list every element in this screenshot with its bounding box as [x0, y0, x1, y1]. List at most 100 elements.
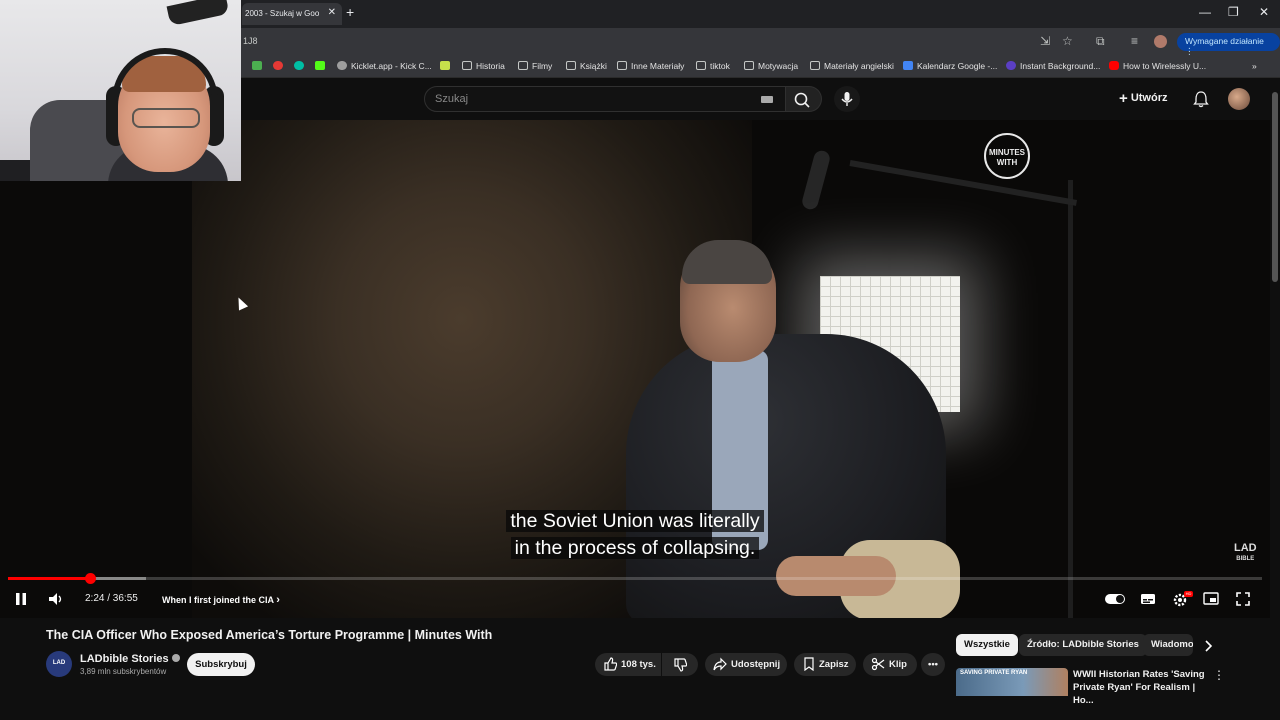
bookmark-3[interactable] [294, 61, 308, 71]
bookmark-2[interactable] [273, 61, 287, 71]
volume-icon[interactable] [47, 591, 65, 607]
recommended-video-title[interactable]: WWII Historian Rates 'Saving Private Rya… [1073, 668, 1213, 707]
bookmark-folder-inne[interactable]: Inne Materiały [617, 61, 684, 71]
page-scrollbar[interactable] [1270, 78, 1280, 690]
subscribe-button[interactable]: Subskrybuj [187, 653, 255, 676]
pause-icon[interactable] [14, 592, 28, 606]
required-action-button[interactable]: Wymagane działanie ⋮ [1177, 33, 1280, 56]
subtitle-caption: the Soviet Union was literally in the pr… [488, 508, 782, 562]
more-vertical-icon[interactable]: ⋮ [1213, 668, 1225, 682]
like-button[interactable]: 108 tys. [595, 653, 661, 676]
microphone-boom [849, 160, 1078, 206]
bookmark-label: Książki [580, 61, 607, 71]
youtube-icon [1109, 61, 1119, 70]
interviewee-hands [776, 556, 896, 596]
browser-tab[interactable]: 2003 - Szukaj w Goo ✕ [242, 3, 342, 25]
dislike-button[interactable] [662, 653, 698, 676]
bookmarks-overflow-icon[interactable]: » [1252, 61, 1257, 71]
boom-microphone [800, 148, 832, 212]
x-app-icon [440, 61, 450, 70]
save-button[interactable]: Zapisz [794, 653, 856, 676]
search-input[interactable]: Szukaj [424, 86, 786, 112]
bookmark-1[interactable] [252, 61, 266, 71]
scrollbar-thumb[interactable] [1272, 92, 1278, 282]
bookmark-kicklet[interactable]: Kicklet.app - Kick C... [337, 61, 432, 71]
chip-from-channel[interactable]: Źródło: LADbible Stories [1019, 634, 1147, 656]
channel-name: LADbible Stories [80, 653, 169, 665]
bookmark-instant-bg[interactable]: Instant Background... [1006, 61, 1100, 71]
folder-icon [566, 61, 576, 70]
bookmark-label: Materiały angielski [824, 61, 894, 71]
progress-bar[interactable] [8, 573, 1262, 584]
bookmark-calendar[interactable]: Kalendarz Google -... [903, 61, 997, 71]
minutes-with-logo: MINUTES WITH [984, 133, 1030, 179]
tab-close-icon[interactable]: ✕ [328, 7, 336, 18]
required-action-label: Wymagane działanie [1185, 36, 1264, 46]
progress-played [8, 577, 90, 580]
subtitles-icon[interactable] [1140, 593, 1156, 605]
search-button[interactable] [786, 86, 822, 112]
scissors-icon [871, 657, 885, 671]
more-horizontal-icon: ••• [928, 659, 938, 670]
share-button[interactable]: Udostępnij [705, 653, 787, 676]
chip-news[interactable]: Wiadomości [1143, 634, 1193, 656]
folder-icon [617, 61, 627, 70]
channel-avatar[interactable]: LAD [46, 651, 72, 677]
bookmark-folder-ksiazki[interactable]: Książki [566, 61, 607, 71]
chip-all[interactable]: Wszystkie [956, 634, 1018, 656]
clip-label: Klip [889, 659, 907, 670]
autoplay-toggle[interactable] [1105, 594, 1125, 604]
clip-button[interactable]: Klip [863, 653, 917, 676]
bookmark-folder-angielski[interactable]: Materiały angielski [810, 61, 894, 71]
create-button[interactable]: + Utwórz [1119, 90, 1168, 107]
reading-list-icon[interactable]: ≡ [1131, 34, 1138, 48]
more-actions-button[interactable]: ••• [921, 653, 945, 676]
progress-scrubber[interactable] [84, 573, 96, 584]
folder-icon [462, 61, 472, 70]
voice-search-button[interactable] [834, 86, 860, 112]
folder-icon [810, 61, 820, 70]
subscriber-count: 3,89 mln subskrybentów [80, 667, 167, 676]
bookmark-folder-historia[interactable]: Historia [462, 61, 505, 71]
restore-button[interactable]: ❐ [1228, 5, 1239, 19]
bookmark-x-app[interactable] [440, 61, 454, 71]
fullscreen-icon[interactable] [1236, 592, 1250, 606]
light-stand [1068, 180, 1073, 618]
notifications-bell-icon[interactable] [1192, 90, 1210, 108]
bookmark-folder-motywacja[interactable]: Motywacja [744, 61, 798, 71]
new-tab-button[interactable]: + [346, 4, 354, 20]
keyboard-icon[interactable] [761, 96, 773, 103]
like-count: 108 tys. [621, 659, 656, 670]
channel-name-link[interactable]: LADbible Stories [80, 653, 180, 665]
user-avatar[interactable] [1228, 88, 1250, 110]
plus-icon: + [1119, 90, 1128, 107]
url-field[interactable]: 1J8 [243, 36, 258, 46]
hd-badge: HD [1184, 591, 1193, 597]
bookmark-label: Historia [476, 61, 505, 71]
bookmark-label: Kicklet.app - Kick C... [351, 61, 432, 71]
bookmark-star-icon[interactable]: ☆ [1062, 34, 1073, 48]
bookmark-label: tiktok [710, 61, 730, 71]
chapter-button[interactable]: When I first joined the CIA › [162, 594, 280, 606]
close-window-button[interactable]: ✕ [1259, 5, 1269, 19]
bookmark-folder-tiktok[interactable]: tiktok [696, 61, 730, 71]
calendar-icon [903, 61, 913, 70]
microphone-icon [841, 92, 853, 106]
miniplayer-icon[interactable] [1203, 592, 1219, 606]
install-app-icon[interactable]: ⇲ [1040, 34, 1050, 48]
video-player[interactable]: MINUTES WITH LAD BIBLE the Soviet Union wa… [0, 120, 1270, 618]
chevron-right-icon[interactable] [1201, 639, 1215, 653]
chevron-right-icon: › [276, 594, 280, 606]
minimize-button[interactable]: — [1199, 5, 1211, 19]
ladbible-watermark: LAD BIBLE [1234, 542, 1257, 563]
folder-icon [696, 61, 706, 70]
kick-icon [315, 61, 325, 70]
bookmark-kick[interactable] [315, 61, 329, 71]
bookmark-icon [804, 657, 814, 671]
profile-avatar-icon[interactable] [1154, 35, 1167, 48]
bookmark-folder-filmy[interactable]: Filmy [518, 61, 552, 71]
recommended-video-thumbnail[interactable]: SAVING PRIVATE RYAN [956, 668, 1068, 696]
search-placeholder: Szukaj [435, 93, 469, 105]
extensions-icon[interactable]: ⧉ [1096, 34, 1105, 49]
bookmark-youtube[interactable]: How to Wirelessly U... [1109, 61, 1206, 71]
